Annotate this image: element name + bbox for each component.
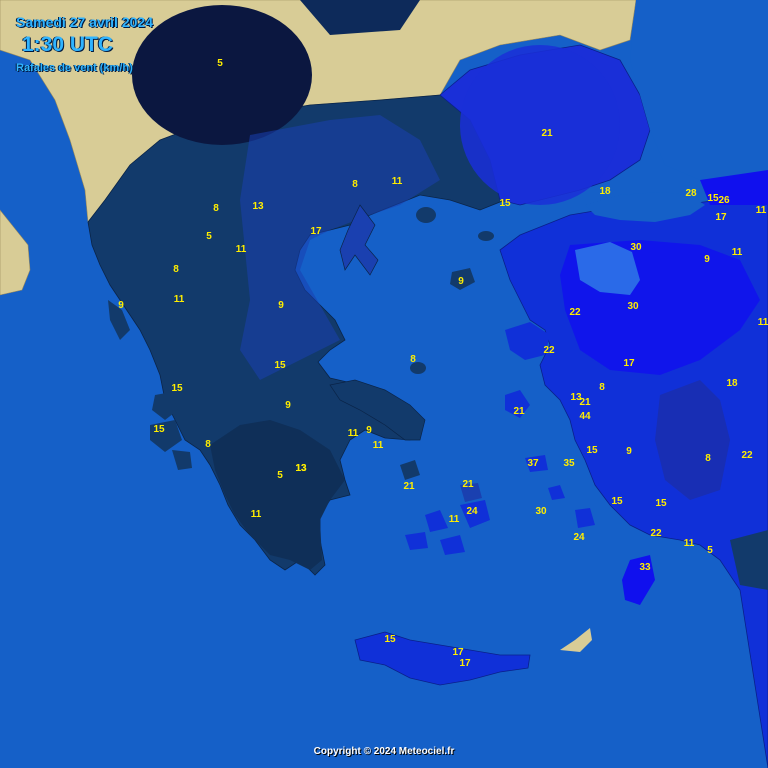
gust-value: 11: [373, 440, 384, 451]
gust-value: 26: [718, 195, 730, 206]
gust-value: 13: [252, 201, 264, 212]
gust-value: 9: [704, 254, 710, 265]
gust-value: 8: [599, 382, 605, 393]
gust-value: 18: [599, 186, 611, 197]
gust-zone-thrace: [460, 45, 620, 205]
forecast-date: Samedi 27 avril 2024: [16, 14, 153, 30]
gust-value: 15: [586, 445, 598, 456]
gust-value: 9: [285, 400, 291, 411]
gust-value: 33: [639, 562, 651, 573]
gust-value: 15: [153, 424, 165, 435]
gust-map: 5 8 11 8 13 5 11 17 8 11 9 11 21 15 18 2…: [0, 0, 768, 768]
gust-value: 21: [541, 128, 553, 139]
gust-value: 11: [732, 247, 743, 258]
gust-value: 13: [295, 463, 307, 474]
gust-value: 18: [726, 378, 738, 389]
gust-value: 15: [274, 360, 286, 371]
gust-value: 8: [352, 179, 358, 190]
gust-value: 21: [403, 481, 415, 492]
gust-value: 24: [573, 532, 585, 543]
thasos-island: [416, 207, 436, 223]
gust-value: 21: [579, 397, 591, 408]
gust-value: 8: [205, 439, 211, 450]
gust-value: 9: [366, 425, 372, 436]
gust-value: 28: [685, 188, 697, 199]
gust-value: 15: [499, 198, 511, 209]
gust-value: 15: [611, 496, 623, 507]
gust-value: 22: [543, 345, 555, 356]
gust-value: 21: [462, 479, 474, 490]
gust-value: 9: [278, 300, 284, 311]
gust-value: 9: [626, 446, 632, 457]
gust-value: 8: [705, 453, 711, 464]
gust-value: 30: [630, 242, 642, 253]
gust-value: 11: [449, 514, 460, 525]
forecast-time: 1:30 UTC: [22, 33, 114, 56]
gust-value: 11: [251, 509, 262, 520]
gust-value: 17: [623, 358, 635, 369]
gust-value: 37: [527, 458, 539, 469]
map-title: Rafales de vent (km/h): [16, 62, 133, 74]
gust-value: 15: [171, 383, 183, 394]
gust-value: 5: [217, 58, 223, 69]
gust-value: 15: [384, 634, 396, 645]
gust-value: 22: [741, 450, 753, 461]
gust-value: 15: [707, 193, 719, 204]
gust-value: 35: [563, 458, 575, 469]
gust-value: 17: [459, 658, 471, 669]
gust-value: 17: [715, 212, 727, 223]
samothrace-island: [478, 231, 494, 241]
gust-value: 17: [310, 226, 322, 237]
gust-value: 30: [627, 301, 639, 312]
gust-value: 8: [173, 264, 179, 275]
gust-value: 30: [535, 506, 547, 517]
map-canvas: 5 8 11 8 13 5 11 17 8 11 9 11 21 15 18 2…: [0, 0, 768, 768]
calm-zone-north: [132, 5, 312, 145]
gust-value: 5: [707, 545, 713, 556]
gust-value: 5: [206, 231, 212, 242]
gust-value: 8: [410, 354, 416, 365]
gust-value: 11: [392, 176, 403, 187]
gust-value: 11: [174, 294, 185, 305]
gust-value: 24: [466, 506, 478, 517]
gust-value: 22: [569, 307, 581, 318]
gust-value: 11: [756, 205, 767, 216]
gust-value: 9: [458, 276, 464, 287]
gust-value: 8: [213, 203, 219, 214]
gust-value: 22: [650, 528, 662, 539]
gust-value: 17: [452, 647, 464, 658]
gust-value: 5: [277, 470, 283, 481]
gust-value: 11: [758, 317, 768, 328]
gust-value: 21: [513, 406, 525, 417]
copyright-notice: Copyright © 2024 Meteociel.fr: [313, 746, 455, 757]
gust-value: 11: [684, 538, 695, 549]
gust-value: 44: [579, 411, 591, 422]
gust-value: 11: [236, 244, 247, 255]
gust-value: 9: [118, 300, 124, 311]
gust-value: 15: [655, 498, 667, 509]
gust-value: 11: [348, 428, 359, 439]
